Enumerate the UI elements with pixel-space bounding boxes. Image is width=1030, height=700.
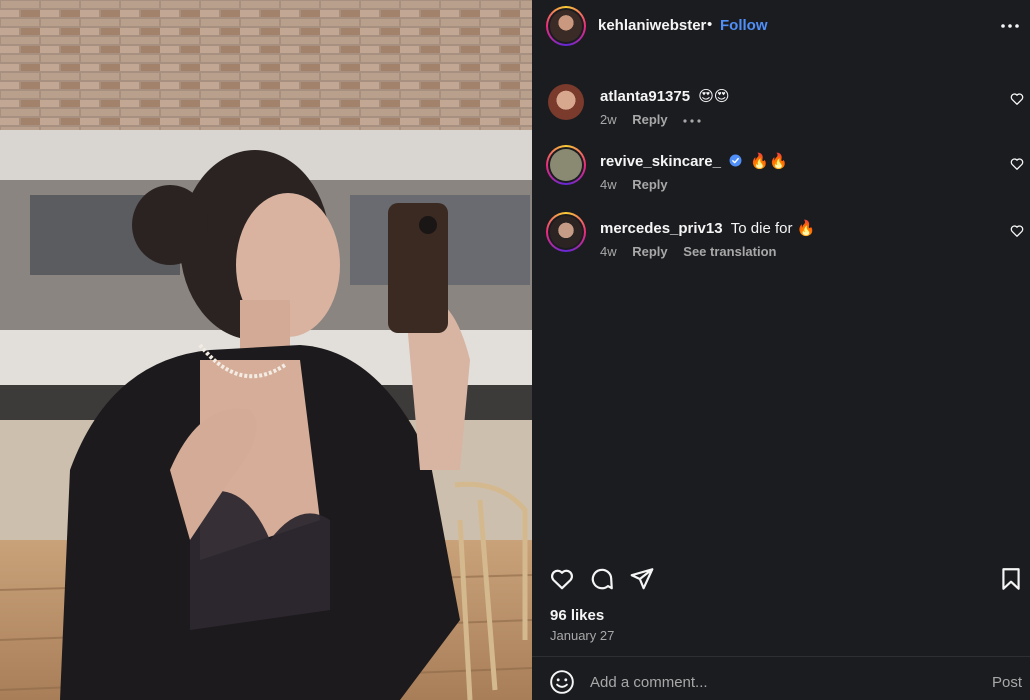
post-actions: [532, 562, 1030, 596]
reply-button[interactable]: Reply: [632, 244, 667, 259]
likes-count[interactable]: 96 likes: [550, 607, 604, 624]
comment-text: 😍😍: [698, 88, 730, 105]
post-image[interactable]: [0, 0, 532, 700]
reply-button[interactable]: Reply: [632, 177, 667, 192]
post-header: kehlaniwebster • Follow: [532, 0, 1030, 52]
reply-button[interactable]: Reply: [632, 112, 667, 127]
comment-item: revive_skincare_ 🔥🔥 4w Reply: [532, 145, 1030, 205]
mirror-selfie-photo: [0, 0, 532, 700]
more-options-icon[interactable]: [998, 14, 1022, 38]
like-comment-heart-icon[interactable]: [1010, 92, 1024, 106]
comment-username[interactable]: atlanta91375: [600, 88, 690, 105]
post-sidebar: kehlaniwebster • Follow atlanta91375 😍😍 …: [532, 0, 1030, 700]
share-icon[interactable]: [629, 566, 655, 592]
emoji-icon[interactable]: [549, 669, 575, 695]
follow-button[interactable]: Follow: [720, 17, 768, 34]
heart-icon[interactable]: [549, 566, 575, 592]
post-date[interactable]: January 27: [550, 628, 614, 643]
see-translation-button[interactable]: See translation: [683, 244, 776, 259]
post-comment-button[interactable]: Post: [992, 674, 1022, 691]
like-comment-heart-icon[interactable]: [1010, 224, 1024, 238]
commenter-avatar[interactable]: [548, 84, 584, 120]
comment-time[interactable]: 2w: [600, 112, 617, 127]
author-username[interactable]: kehlaniwebster: [598, 17, 706, 34]
comment-username[interactable]: mercedes_priv13: [600, 220, 723, 237]
comment-username[interactable]: revive_skincare_: [600, 153, 721, 170]
comment-time[interactable]: 4w: [600, 177, 617, 192]
comment-text: 🔥🔥: [750, 153, 788, 170]
commenter-avatar[interactable]: [546, 145, 586, 185]
comment-more-icon[interactable]: [683, 118, 701, 124]
verified-icon: [729, 154, 742, 167]
comment-item: mercedes_priv13 To die for 🔥 4w Reply Se…: [532, 212, 1030, 272]
separator-dot: •: [707, 16, 713, 33]
bookmark-icon[interactable]: [998, 566, 1024, 592]
like-comment-heart-icon[interactable]: [1010, 157, 1024, 171]
comment-time[interactable]: 4w: [600, 244, 617, 259]
comment-icon[interactable]: [589, 566, 615, 592]
comment-text: To die for 🔥: [730, 220, 816, 237]
author-avatar[interactable]: [546, 6, 586, 46]
comment-composer: Post: [532, 657, 1030, 700]
comment-item: atlanta91375 😍😍 2w Reply: [532, 84, 1030, 140]
commenter-avatar[interactable]: [546, 212, 586, 252]
comment-input[interactable]: [590, 669, 970, 695]
